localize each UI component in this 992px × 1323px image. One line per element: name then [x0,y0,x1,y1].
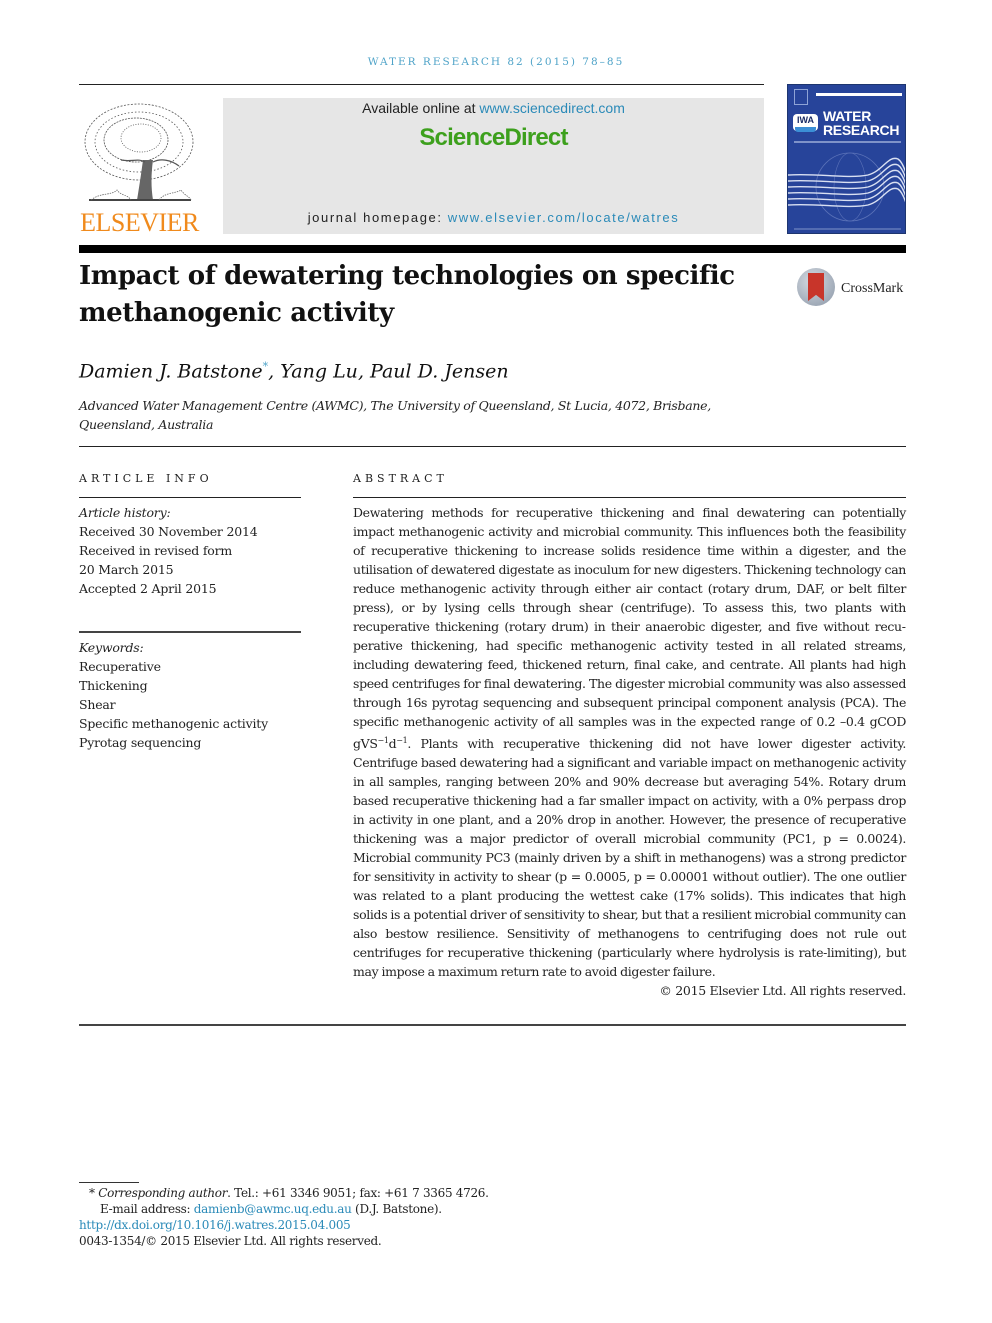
history-item: Received 30 November 2014 [79,524,258,539]
sciencedirect-logo[interactable]: ScienceDirect [223,124,764,152]
keyword[interactable]: Recuperative [79,657,301,676]
title-separator [79,245,906,253]
cover-issn-bar [816,93,902,96]
keywords-label: Keywords: [79,640,144,655]
email-suffix: (D.J. Batstone). [351,1202,442,1216]
cover-subtitle-bar [794,141,901,143]
article-info-rule [79,497,301,498]
crossmark-button[interactable]: CrossMark [797,268,912,310]
journal-cover-image[interactable]: IWA WATER RESEARCH [787,84,906,234]
article-info-heading: ARTICLE INFO [79,472,213,485]
article-title: Impact of dewatering technologies on spe… [79,261,735,328]
affiliation-rule [79,446,906,447]
superscript: −1 [377,736,389,745]
email-note: E-mail address: damienb@awmc.uq.edu.au (… [79,1201,489,1217]
superscript: −1 [396,736,408,745]
available-online: Available online at www.sciencedirect.co… [223,100,764,116]
journal-homepage-link[interactable]: www.elsevier.com/locate/watres [448,210,680,225]
journal-homepage: journal homepage: www.elsevier.com/locat… [223,210,764,225]
abstract-heading: ABSTRACT [353,472,448,485]
email-link[interactable]: damienb@awmc.uq.edu.au [194,1202,352,1216]
affiliation: Advanced Water Management Centre (AWMC),… [79,398,711,432]
keyword[interactable]: Pyrotag sequencing [79,733,301,752]
history-item: 20 March 2015 [79,562,174,577]
journal-homepage-label: journal homepage: [307,210,448,225]
footnote-mark: * [89,1186,95,1200]
email-label: E-mail address: [100,1202,194,1216]
author-name[interactable]: Damien J. Batstone [79,360,263,382]
article-history-label: Article history: [79,505,171,520]
keyword[interactable]: Specific methanogenic activity [79,714,301,733]
running-head: WATER RESEARCH 82 (2015) 78–85 [367,56,625,68]
abstract: ABSTRACT Dewatering methods for recupera… [353,472,906,1000]
contact-details: . Tel.: +61 3346 9051; fax: +61 7 3365 4… [227,1186,489,1200]
author-name[interactable]: Yang Lu [280,360,358,382]
doi-link[interactable]: http://dx.doi.org/10.1016/j.watres.2015.… [79,1218,351,1232]
available-online-label: Available online at [362,100,480,116]
author-separator: , [357,360,371,383]
author-name[interactable]: Paul D. Jensen [370,360,509,382]
cover-title-line2: RESEARCH [823,122,900,138]
keywords-rule [79,631,301,633]
corresponding-author-note: * Corresponding author. Tel.: +61 3346 9… [79,1185,489,1201]
keywords: Keywords: Recuperative Thickening Shear … [79,638,301,752]
keyword[interactable]: Shear [79,695,301,714]
sciencedirect-link[interactable]: www.sciencedirect.com [479,100,625,116]
header-rule [79,84,764,85]
article-history: Article history: Received 30 November 20… [79,503,301,598]
crossmark-label: CrossMark [841,281,904,296]
author-separator: , [268,360,281,383]
cover-title-line1: WATER [823,108,872,124]
elsevier-logo[interactable]: ELSEVIER [79,100,200,237]
history-item: Received in revised form [79,543,233,558]
abstract-text: . Plants with recuperative thickening di… [353,736,906,980]
doi-line: http://dx.doi.org/10.1016/j.watres.2015.… [79,1217,489,1233]
keyword[interactable]: Thickening [79,676,301,695]
corresponding-author-label: Corresponding author [98,1186,228,1200]
abstract-body: Dewatering methods for recuperative thic… [353,503,906,981]
elsevier-wordmark: ELSEVIER [80,208,199,237]
elsevier-tree-icon [84,103,194,201]
footnotes: * Corresponding author. Tel.: +61 3346 9… [79,1185,489,1249]
elsevier-mini-logo-icon [794,89,808,105]
abstract-end-rule [79,1024,906,1026]
journal-banner: Available online at www.sciencedirect.co… [223,98,764,234]
abstract-rule [353,497,906,498]
iwa-logo-icon: IWA [793,114,818,132]
issn-line: 0043-1354/© 2015 Elsevier Ltd. All right… [79,1234,382,1248]
article-info: ARTICLE INFO Article history: Received 3… [79,472,301,752]
cover-wave-graphic [788,152,905,230]
footnote-rule [79,1182,139,1183]
cover-title: WATER RESEARCH [823,109,899,137]
history-item: Accepted 2 April 2015 [79,581,217,596]
abstract-text: Dewatering methods for recuperative thic… [353,505,906,752]
abstract-copyright: © 2015 Elsevier Ltd. All rights reserved… [659,983,906,999]
author-list: Damien J. Batstone*, Yang Lu, Paul D. Je… [79,360,509,382]
